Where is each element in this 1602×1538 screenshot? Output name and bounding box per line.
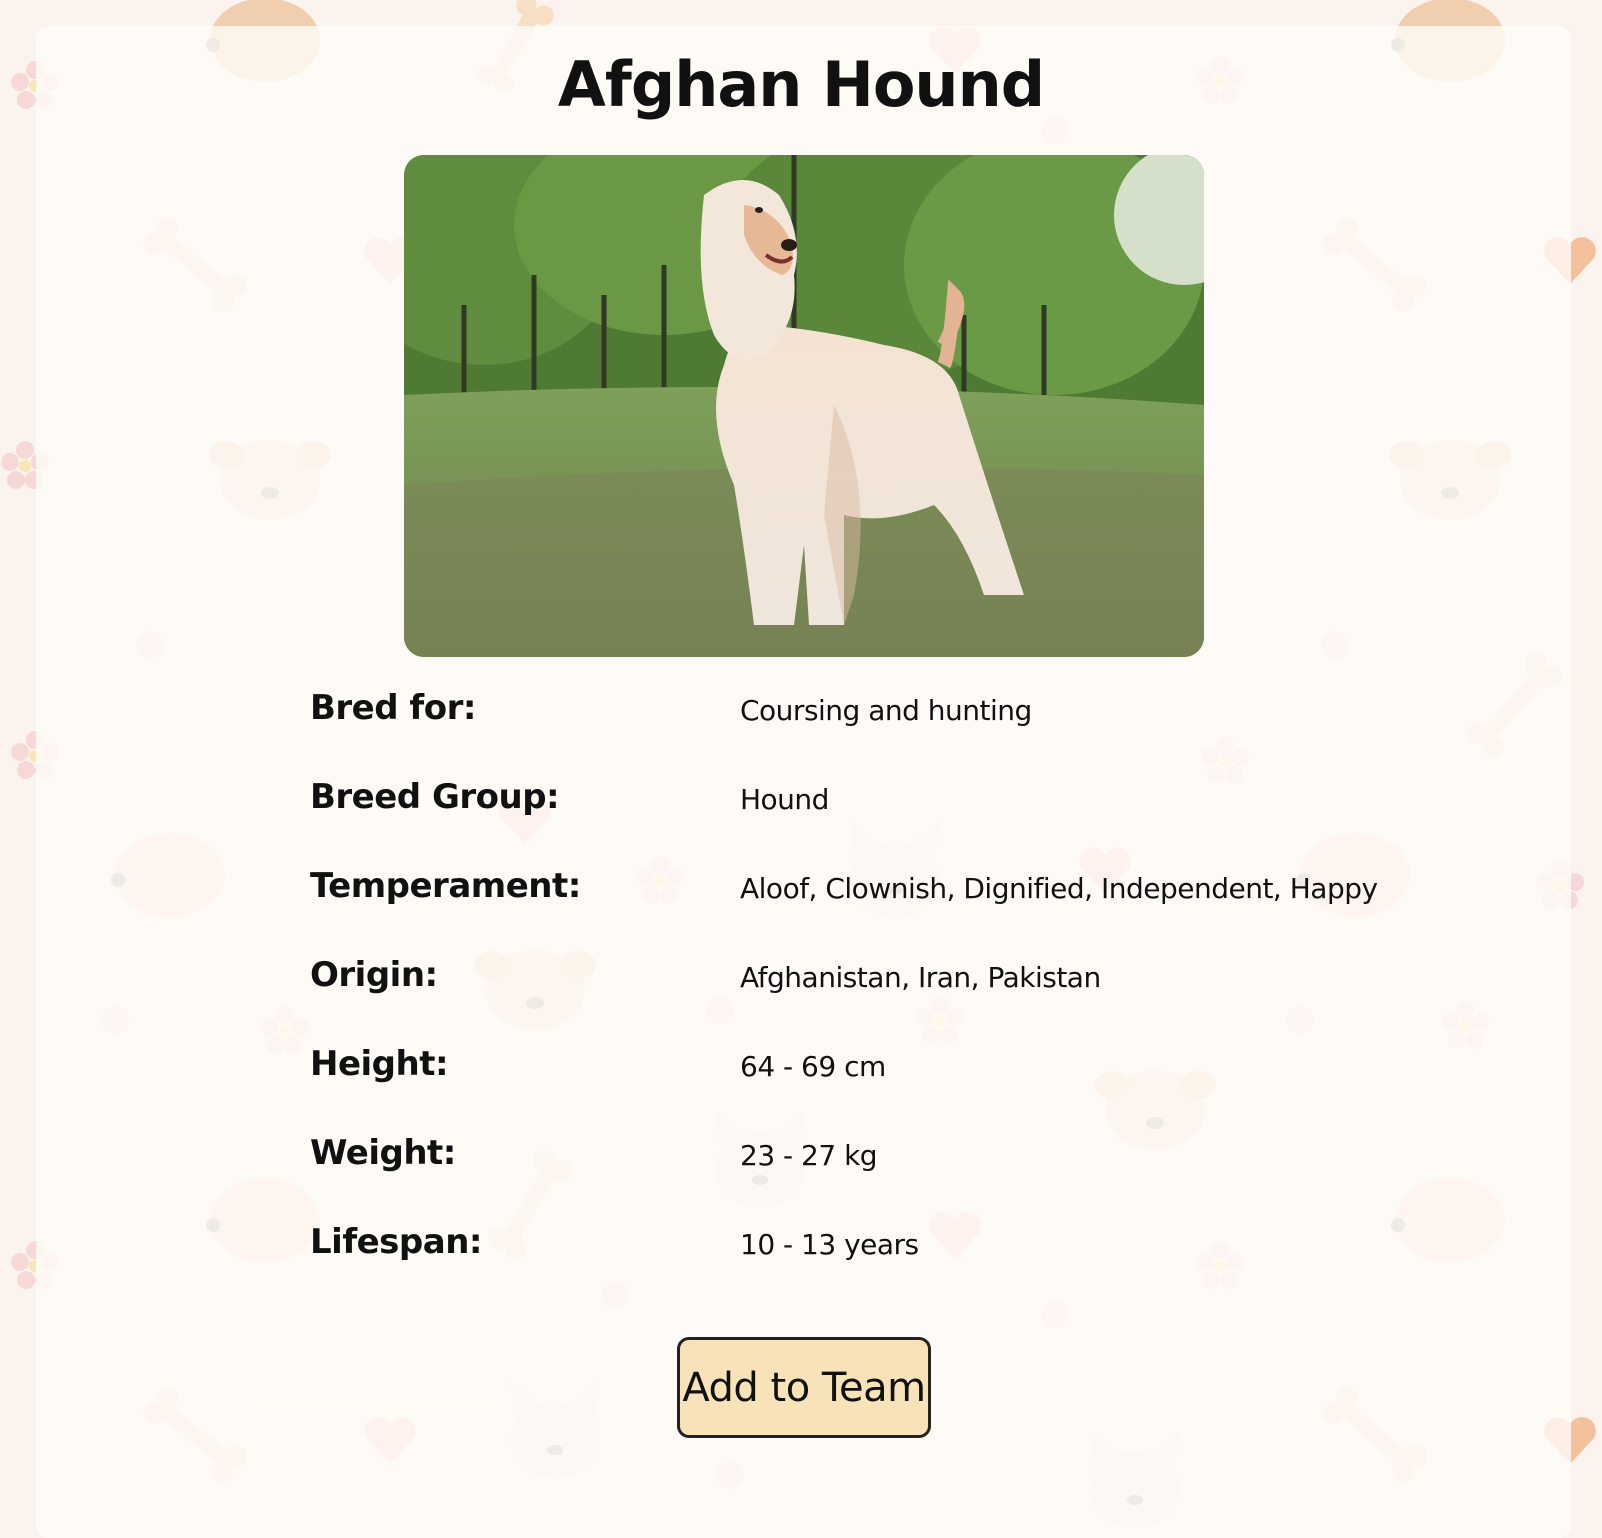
info-value: 23 - 27 kg — [740, 1139, 878, 1172]
add-to-team-button[interactable]: Add to Team — [677, 1337, 931, 1438]
info-label: Origin: — [310, 955, 438, 995]
info-value: Afghanistan, Iran, Pakistan — [740, 961, 1101, 994]
info-label: Height: — [310, 1044, 449, 1084]
info-label: Breed Group: — [310, 777, 560, 817]
info-row-bred-for: Bred for: Coursing and hunting — [310, 688, 1310, 748]
info-value: Hound — [740, 783, 829, 816]
breed-title: Afghan Hound — [557, 48, 1045, 121]
info-value: 10 - 13 years — [740, 1228, 919, 1261]
info-label: Temperament: — [310, 866, 581, 906]
info-value: Coursing and hunting — [740, 694, 1032, 727]
breed-detail: Afghan Hound Bred for: Coursing and hunt… — [0, 0, 1602, 1538]
info-row-temperament: Temperament: Aloof, Clownish, Dignified,… — [310, 866, 1378, 926]
info-label: Lifespan: — [310, 1222, 483, 1262]
info-row-lifespan: Lifespan: 10 - 13 years — [310, 1222, 1310, 1282]
info-label: Bred for: — [310, 688, 476, 728]
info-row-weight: Weight: 23 - 27 kg — [310, 1133, 1310, 1193]
breed-photo — [404, 155, 1204, 657]
info-row-breed-group: Breed Group: Hound — [310, 777, 1310, 837]
info-value: 64 - 69 cm — [740, 1050, 886, 1083]
info-label: Weight: — [310, 1133, 456, 1173]
info-row-origin: Origin: Afghanistan, Iran, Pakistan — [310, 955, 1310, 1015]
info-value: Aloof, Clownish, Dignified, Independent,… — [740, 872, 1378, 905]
info-row-height: Height: 64 - 69 cm — [310, 1044, 1310, 1104]
